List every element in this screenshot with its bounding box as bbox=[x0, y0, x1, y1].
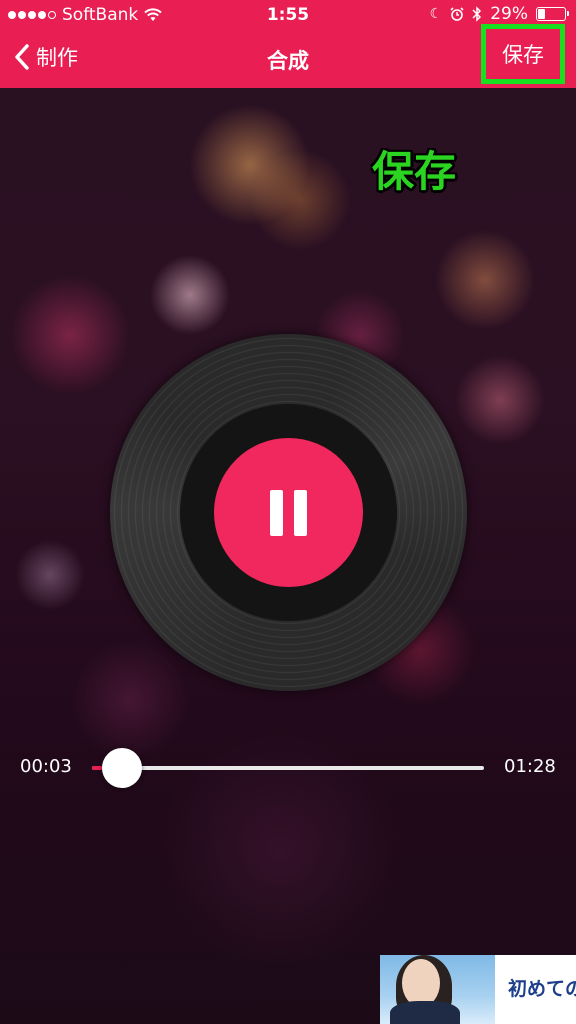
save-button-label: 保存 bbox=[502, 43, 544, 67]
battery-icon bbox=[536, 7, 569, 21]
status-right: ☾ 29% bbox=[429, 4, 569, 24]
current-time: 00:03 bbox=[20, 756, 72, 777]
ad-banner[interactable]: 初めての bbox=[380, 955, 576, 1024]
pause-icon-bar-left bbox=[270, 490, 283, 536]
pause-icon-bar-right bbox=[294, 490, 307, 536]
progress-knob[interactable] bbox=[102, 748, 142, 788]
save-annotation: 保存 bbox=[372, 147, 457, 196]
total-time: 01:28 bbox=[504, 756, 556, 777]
save-button[interactable]: 保存 bbox=[481, 24, 565, 84]
pause-button[interactable] bbox=[214, 438, 363, 587]
battery-percent: 29% bbox=[490, 4, 528, 24]
alarm-icon bbox=[450, 7, 464, 21]
bluetooth-icon bbox=[472, 6, 482, 22]
ad-text: 初めての bbox=[508, 978, 576, 1000]
moon-icon: ☾ bbox=[429, 6, 443, 22]
navigation-bar: 制作 合成 保存 bbox=[0, 24, 576, 88]
progress-slider[interactable] bbox=[92, 766, 484, 770]
ad-image bbox=[380, 955, 495, 1024]
